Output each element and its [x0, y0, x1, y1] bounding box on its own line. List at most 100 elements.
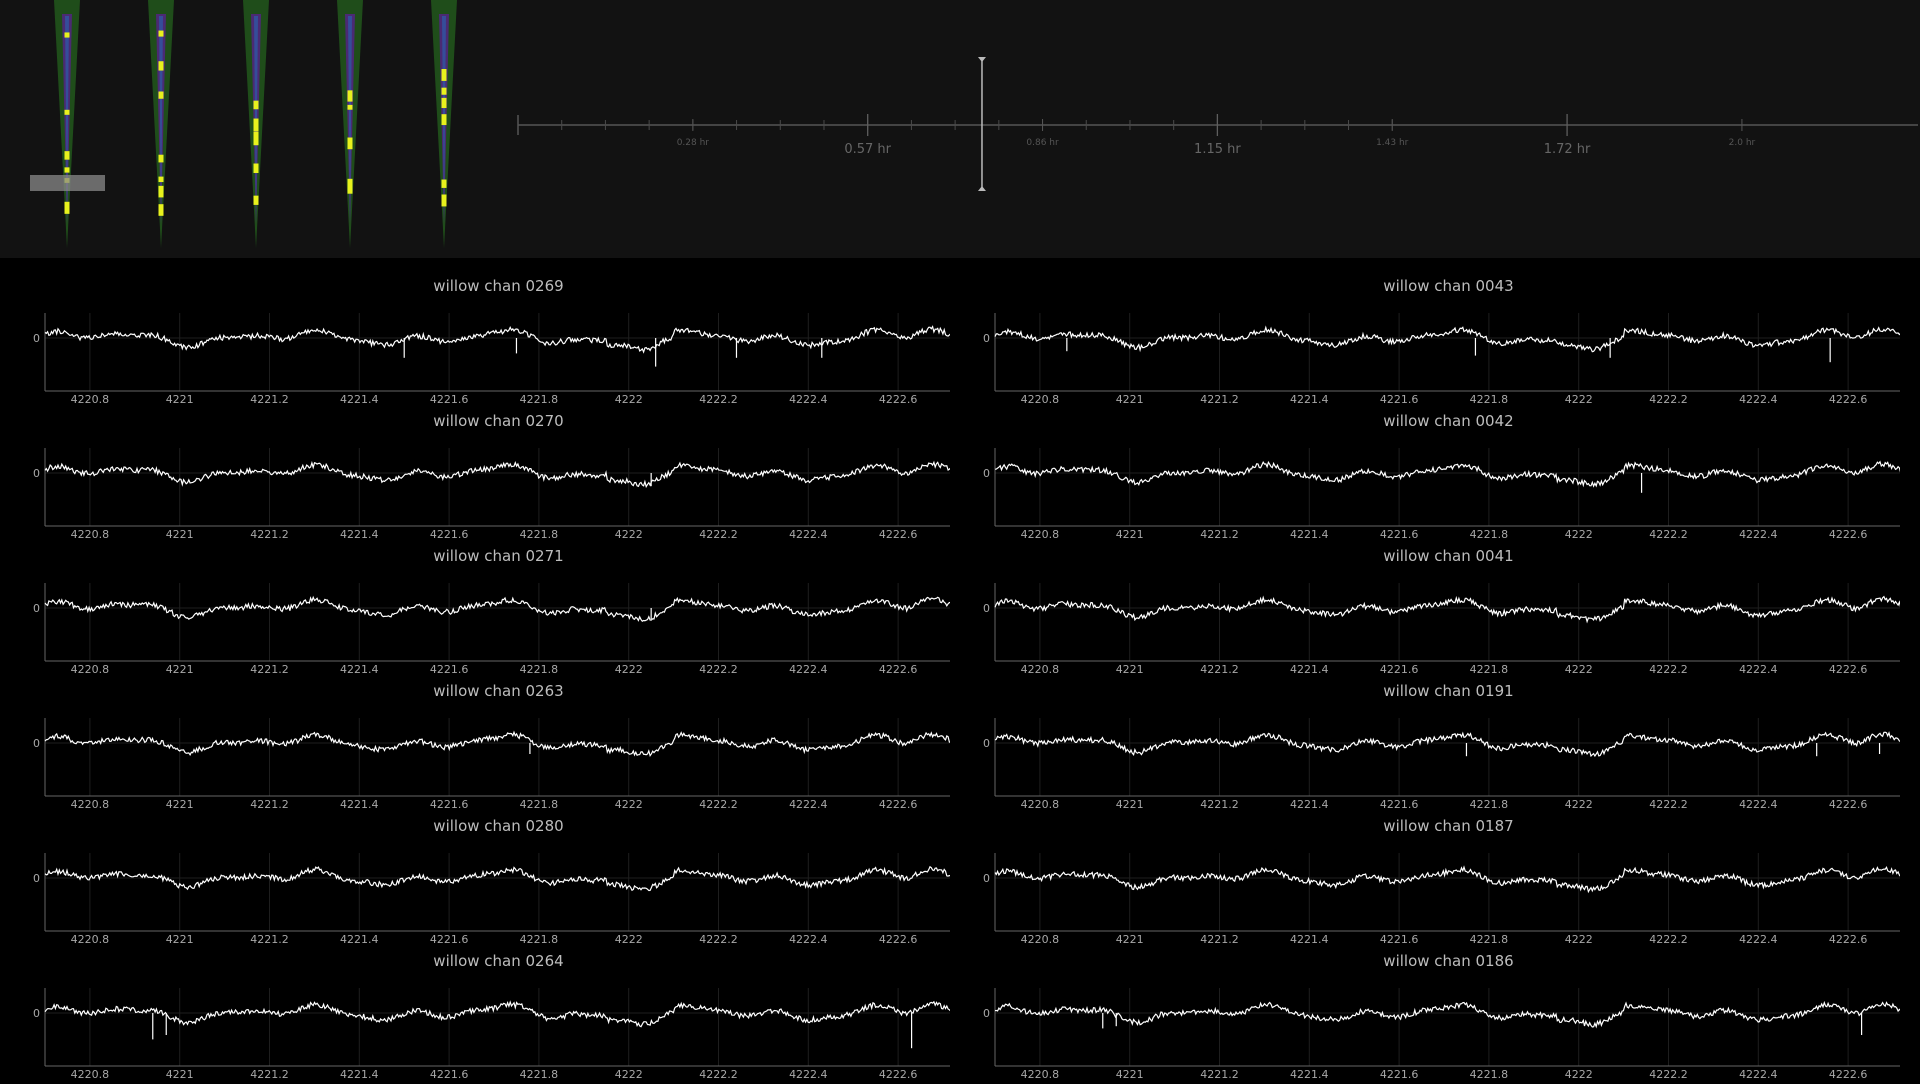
x-tick-label: 4221.2	[1200, 393, 1239, 406]
channel-plot-grid: willow chan 0269 0 4220.8 4221 4221.2 4221.4 4…	[0, 258, 1920, 1081]
x-tick-label: 4221.4	[1290, 798, 1329, 811]
x-tick-label: 4221	[1116, 798, 1144, 811]
probe-shank-1	[54, 0, 80, 248]
x-tick-label: 4221.6	[430, 933, 469, 946]
signal-trace	[994, 460, 1900, 488]
channel-plot[interactable]: willow chan 0269 0 4220.8 4221 4221.2 4221.4 4…	[0, 273, 950, 409]
x-tick-label: 4221.8	[520, 528, 559, 541]
x-tick-label: 4222.2	[1649, 1068, 1688, 1081]
x-tick-label: 4221.2	[250, 663, 289, 676]
x-tick-label: 4221.6	[1380, 393, 1419, 406]
channel-plot[interactable]: willow chan 0271 0 4220.8 4221 4221.2 4221.4 4…	[0, 543, 950, 679]
signal-trace	[994, 1000, 1900, 1029]
signal-trace	[44, 595, 950, 622]
signal-trace	[44, 730, 950, 757]
x-tick-label: 4222	[1565, 798, 1593, 811]
timeline-cursor[interactable]	[977, 57, 986, 191]
y-tick-label: 0	[33, 1007, 40, 1020]
channel-plot[interactable]: willow chan 0264 0 4220.8 4221 4221.2 4221.4 4…	[0, 948, 950, 1084]
y-tick-label: 0	[33, 332, 40, 345]
x-tick-label: 4221.4	[340, 798, 379, 811]
x-tick-label: 4221.8	[1470, 528, 1509, 541]
x-tick-label: 4222.6	[879, 393, 918, 406]
trace-plot: 0 4220.8 4221 4221.2 4221.4 4221.6 4221.8 4222 4…	[983, 448, 1900, 541]
x-tick-label: 4221.6	[430, 528, 469, 541]
x-tick-label: 4221	[1116, 933, 1144, 946]
x-tick-label: 4222.6	[1829, 798, 1868, 811]
x-tick-label: 4220.8	[1021, 528, 1060, 541]
x-tick-label: 4221.6	[1380, 1068, 1419, 1081]
x-tick-label: 4220.8	[1021, 933, 1060, 946]
signal-trace	[44, 1000, 950, 1028]
x-tick-label: 4222	[1565, 1068, 1593, 1081]
channel-plot[interactable]: willow chan 0280 0 4220.8 4221 4221.2 4221.4 4…	[0, 813, 950, 949]
x-tick-label: 4222.2	[1649, 393, 1688, 406]
x-tick-label: 4221.2	[1200, 1068, 1239, 1081]
y-tick-label: 0	[983, 1007, 990, 1020]
probe-shank-5	[431, 0, 457, 248]
channel-plot[interactable]: willow chan 0263 0 4220.8 4221 4221.2 4221.4 4…	[0, 678, 950, 814]
x-tick-label: 4222.4	[789, 393, 828, 406]
channel-plot[interactable]: willow chan 0270 0 4220.8 4221 4221.2 4221.4 4…	[0, 408, 950, 544]
x-tick-label: 4220.8	[71, 798, 110, 811]
channel-plot[interactable]: willow chan 0042 0 4220.8 4221 4221.2 4221.4 4…	[950, 408, 1900, 544]
trace-plot: 0 4220.8 4221 4221.2 4221.4 4221.6 4221.8 4222 4…	[33, 853, 950, 946]
y-tick-label: 0	[33, 602, 40, 615]
x-tick-label: 4222.2	[1649, 528, 1688, 541]
signal-trace	[994, 865, 1900, 894]
y-tick-label: 0	[983, 602, 990, 615]
x-tick-label: 4221.4	[1290, 663, 1329, 676]
channel-plot[interactable]: willow chan 0041 0 4220.8 4221 4221.2 4221.4 4…	[950, 543, 1900, 679]
y-tick-label: 0	[983, 737, 990, 750]
x-tick-label: 4222.2	[699, 798, 738, 811]
x-tick-label: 4222.2	[699, 528, 738, 541]
x-tick-label: 4222.4	[1739, 933, 1778, 946]
x-tick-label: 4221.2	[1200, 528, 1239, 541]
x-tick-label: 4221.4	[1290, 528, 1329, 541]
trace-plot: 0 4220.8 4221 4221.2 4221.4 4221.6 4221.8 4222 4…	[983, 313, 1900, 406]
x-tick-label: 4222	[615, 798, 643, 811]
x-tick-label: 4220.8	[71, 663, 110, 676]
x-tick-label: 4221	[166, 933, 194, 946]
x-tick-label: 4221	[166, 1068, 194, 1081]
timeline-major-label: 1.15 hr	[1194, 142, 1241, 157]
trace-plot: 0 4220.8 4221 4221.2 4221.4 4221.6 4221.8 4222 4…	[33, 988, 950, 1081]
x-tick-label: 4222.6	[879, 798, 918, 811]
x-tick-label: 4221.4	[340, 528, 379, 541]
probe-map[interactable]	[0, 0, 480, 258]
x-tick-label: 4221.2	[1200, 663, 1239, 676]
x-tick-label: 4222.6	[1829, 1068, 1868, 1081]
x-tick-label: 4222.6	[1829, 393, 1868, 406]
trace-plot: 0 4220.8 4221 4221.2 4221.4 4221.6 4221.8 4222 4…	[33, 448, 950, 541]
channel-plot[interactable]: willow chan 0186 0 4220.8 4221 4221.2 4221.4 4…	[950, 948, 1900, 1084]
x-tick-label: 4222.4	[789, 933, 828, 946]
x-tick-label: 4222.2	[699, 393, 738, 406]
trace-plot: 0 4220.8 4221 4221.2 4221.4 4221.6 4221.8 4222 4…	[983, 853, 1900, 946]
signal-trace	[44, 460, 950, 489]
timeline-axis[interactable]: 0.28 hr 0.86 hr 1.43 hr 2.0 hr 0.57 hr 1.15 h…	[500, 40, 1920, 200]
y-tick-label: 0	[33, 872, 40, 885]
x-tick-label: 4221	[1116, 393, 1144, 406]
x-tick-label: 4221.2	[1200, 933, 1239, 946]
trace-plot: 0 4220.8 4221 4221.2 4221.4 4221.6 4221.8 4222 4…	[33, 313, 950, 406]
x-tick-label: 4221.2	[250, 393, 289, 406]
x-tick-label: 4222	[615, 933, 643, 946]
probe-overview-panel: 0.28 hr 0.86 hr 1.43 hr 2.0 hr 0.57 hr 1.15 h…	[0, 0, 1920, 258]
x-tick-label: 4222.6	[1829, 663, 1868, 676]
x-tick-label: 4221	[166, 798, 194, 811]
x-tick-label: 4222.4	[789, 798, 828, 811]
channel-plot[interactable]: willow chan 0187 0 4220.8 4221 4221.2 4221.4 4…	[950, 813, 1900, 949]
signal-trace	[994, 325, 1900, 353]
x-tick-label: 4221.2	[250, 528, 289, 541]
x-tick-label: 4221.8	[520, 393, 559, 406]
signal-trace	[44, 325, 950, 354]
x-tick-label: 4222.4	[1739, 798, 1778, 811]
x-tick-label: 4222.6	[879, 1068, 918, 1081]
x-tick-label: 4221.2	[250, 1068, 289, 1081]
x-tick-label: 4221.8	[520, 798, 559, 811]
x-tick-label: 4222.2	[699, 1068, 738, 1081]
x-tick-label: 4221.2	[1200, 798, 1239, 811]
channel-plot[interactable]: willow chan 0043 0 4220.8 4221 4221.2 4221.4 4…	[950, 273, 1900, 409]
channel-plot[interactable]: willow chan 0191 0 4220.8 4221 4221.2 4221.4 4…	[950, 678, 1900, 814]
x-tick-label: 4222.2	[699, 663, 738, 676]
